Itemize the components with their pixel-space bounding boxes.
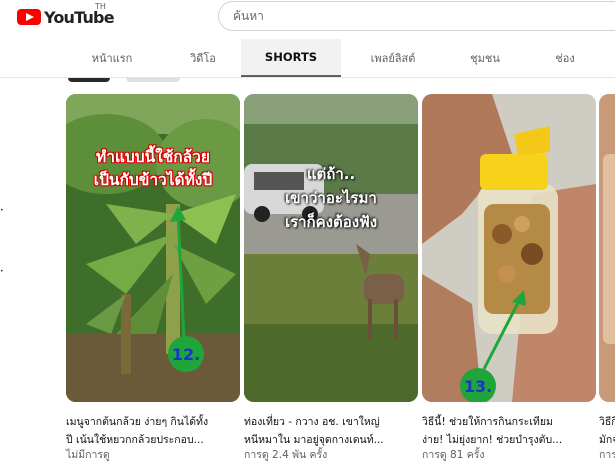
short-thumbnail-3[interactable]: 13. (422, 94, 596, 402)
region-code: TH (95, 2, 106, 11)
sidebar-edge-mark: • (0, 268, 4, 275)
sidebar-edge-mark: • (0, 207, 4, 214)
tab-community-label: ชุมชน (470, 52, 500, 65)
partial-thumbnail-image (599, 94, 615, 402)
tab-videos[interactable]: วิดีโอ (164, 39, 242, 77)
search-box[interactable] (218, 1, 615, 31)
short-thumbnail-4[interactable] (599, 94, 615, 402)
title-line: เมนูจากต้นกล้วย ง่ายๆ กินได้ทั้ง (66, 416, 209, 428)
view-count-1: ไม่มีการดู (66, 449, 110, 461)
annotation-badge: 12. (168, 336, 204, 372)
garlic-bottle-image (422, 94, 596, 402)
tab-playlists-label: เพลย์ลิสต์ (370, 52, 416, 65)
short-title-1[interactable]: เมนูจากต้นกล้วย ง่ายๆ กินได้ทั้ง ปี เน้น… (66, 413, 242, 449)
caption-line: เขาว่าอะไรมา (285, 189, 377, 207)
tab-shorts[interactable]: SHORTS (241, 39, 341, 77)
title-line: วิธีนี้! ช่วยให้การกินกระเทียม (422, 416, 553, 428)
view-count-4: การดู (599, 449, 615, 461)
tab-channels[interactable]: ช่อง (525, 39, 605, 77)
view-count-3: การดู 81 ครั้ง (422, 449, 485, 461)
sort-chip[interactable] (126, 78, 180, 82)
tab-playlists[interactable]: เพลย์ลิสต์ (341, 39, 445, 77)
tab-community[interactable]: ชุมชน (445, 39, 525, 77)
short-thumbnail-2[interactable]: แต่ถ้า.. เขาว่าอะไรมา เราก็คงต้องฟัง (244, 94, 418, 402)
deer-image (244, 94, 418, 402)
banana-tree-image (66, 94, 240, 402)
short-thumbnail-1[interactable]: ทำแบบนี้ใช้กล้วย เป็นกับข้าวได้ทั้งปี 12… (66, 94, 240, 402)
short-title-3[interactable]: วิธีนี้! ช่วยให้การกินกระเทียม ง่าย! ไม่… (422, 413, 598, 449)
tab-shorts-label: SHORTS (264, 50, 318, 64)
short-title-4[interactable]: วิธีกิ มักจ (599, 413, 615, 449)
thumbnail-caption: แต่ถ้า.. เขาว่าอะไรมา เราก็คงต้องฟัง (244, 162, 418, 234)
tab-videos-label: วิดีโอ (190, 52, 216, 65)
title-line: วิธีกิ (599, 416, 615, 428)
view-count-2: การดู 2.4 พัน ครั้ง (244, 449, 328, 461)
tab-home-label: หน้าแรก (91, 52, 133, 65)
sort-chip[interactable] (68, 78, 110, 82)
caption-line: เป็นกับข้าวได้ทั้งปี (93, 171, 213, 189)
caption-line: เราก็คงต้องฟัง (284, 213, 378, 231)
annotation-badge: 13. (460, 368, 496, 402)
short-title-2[interactable]: ท่องเที่ยว - กวาง อช. เขาใหญ่ หนีหมาใน ม… (244, 413, 420, 449)
thumbnail-caption: ทำแบบนี้ใช้กล้วย เป็นกับข้าวได้ทั้งปี (66, 146, 240, 192)
tab-channels-label: ช่อง (555, 52, 575, 65)
tab-home[interactable]: หน้าแรก (60, 39, 164, 77)
caption-line: แต่ถ้า.. (306, 165, 356, 183)
search-input[interactable] (231, 8, 595, 24)
caption-line: ทำแบบนี้ใช้กล้วย (96, 148, 210, 166)
title-line: ท่องเที่ยว - กวาง อช. เขาใหญ่ (244, 416, 380, 428)
youtube-play-icon (17, 9, 41, 25)
